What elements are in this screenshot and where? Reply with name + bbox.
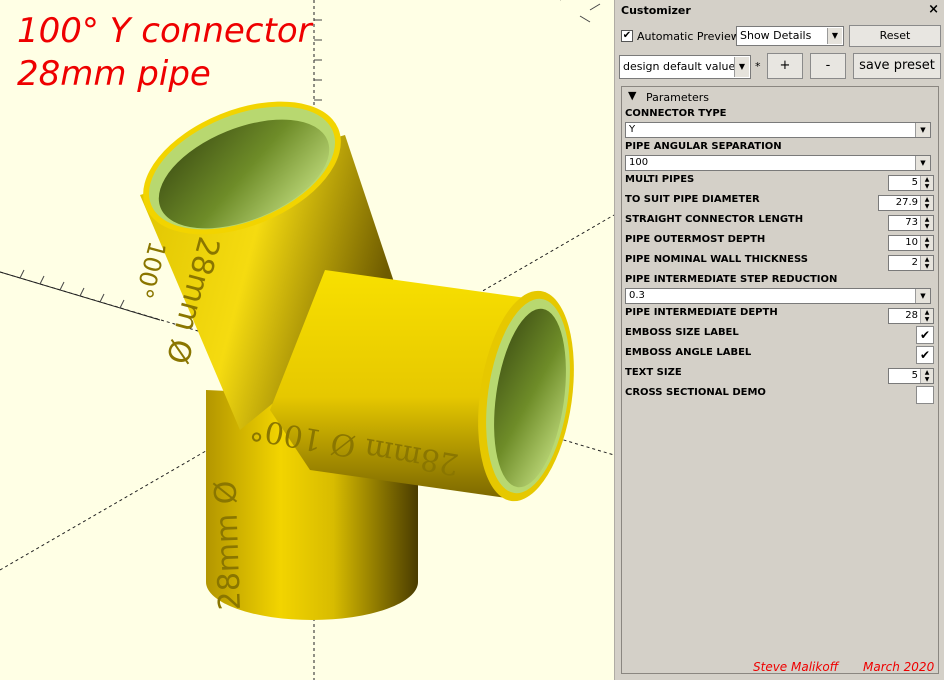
spin-arrows-icon[interactable]: ▲ ▼ [920,236,933,250]
text-size-value: 5 [911,370,918,381]
pipe-outermost-depth-spinbox[interactable]: 10 ▲ ▼ [888,235,934,251]
param-label-multi-pipes: MULTI PIPES [625,174,695,185]
customizer-panel: Customizer × ✔ Automatic Preview Show De… [614,0,944,680]
remove-preset-button[interactable]: - [810,53,846,79]
chevron-down-icon: ▼ [734,57,749,77]
add-preset-button[interactable]: + [767,53,803,79]
viewport-title-line1: 100° Y connector [17,11,312,51]
pipe-intermediate-step-reduction-select[interactable]: 0.3 ▼ [625,288,931,304]
emboss-size-label-checkbox[interactable]: ✔ [916,326,934,344]
text-size-spinbox[interactable]: 5 ▲ ▼ [888,368,934,384]
to-suit-pipe-diameter-value: 27.9 [895,197,918,208]
pipe-intermediate-depth-spinbox[interactable]: 28 ▲ ▼ [888,308,934,324]
spin-arrows-icon[interactable]: ▲ ▼ [920,196,933,210]
param-label-pipe-nominal-wall-thickness: PIPE NOMINAL WALL THICKNESS [625,254,808,265]
preset-select-value: design default values [623,60,741,73]
spin-arrows-icon[interactable]: ▲ ▼ [920,216,933,230]
customizer-title: Customizer [621,4,691,17]
emboss-angle-label-checkbox[interactable]: ✔ [916,346,934,364]
viewport-title-line2: 28mm pipe [17,54,211,94]
cross-sectional-demo-checkbox[interactable] [916,386,934,404]
pipe-nominal-wall-thickness-spinbox[interactable]: 2 ▲ ▼ [888,255,934,271]
param-label-text-size: TEXT SIZE [625,367,682,378]
triangle-down-icon: ▼ [628,89,637,102]
param-label-emboss-angle-label: EMBOSS ANGLE LABEL [625,347,752,358]
reset-button[interactable]: Reset [849,25,941,47]
parameters-header[interactable]: ▼ Parameters [622,87,938,105]
author-credit: Steve Malikoff [753,660,839,674]
param-label-pipe-intermediate-step-reduction: PIPE INTERMEDIATE STEP REDUCTION [625,274,838,285]
automatic-preview-label: Automatic Preview [637,30,740,43]
multi-pipes-spinbox[interactable]: 5 ▲ ▼ [888,175,934,191]
multi-pipes-value: 5 [911,177,918,188]
automatic-preview-checkbox[interactable]: ✔ [621,30,633,42]
param-label-straight-connector-length: STRAIGHT CONNECTOR LENGTH [625,214,804,225]
chevron-down-icon: ▼ [915,289,930,303]
spin-arrows-icon[interactable]: ▲ ▼ [920,256,933,270]
date-credit: March 2020 [863,660,935,674]
param-label-cross-sectional-demo: CROSS SECTIONAL DEMO [625,387,766,398]
customizer-titlebar: Customizer × [615,0,944,22]
emboss-label-lower: 28mm Ø [208,480,248,611]
preset-modified-indicator: * [755,60,761,73]
connector-type-select[interactable]: Y ▼ [625,122,931,138]
pipe-angular-separation-value: 100 [629,157,649,168]
chevron-down-icon: ▼ [915,123,930,137]
spin-arrows-icon[interactable]: ▲ ▼ [920,369,933,383]
param-label-connector-type: CONNECTOR TYPE [625,108,727,119]
pipe-intermediate-step-reduction-value: 0.3 [629,290,645,301]
param-label-pipe-intermediate-depth: PIPE INTERMEDIATE DEPTH [625,307,778,318]
details-select[interactable]: Show Details ▼ [736,26,844,46]
param-label-emboss-size-label: EMBOSS SIZE LABEL [625,327,739,338]
param-label-pipe-angular-separation: PIPE ANGULAR SEPARATION [625,141,782,152]
3d-viewport[interactable]: 28mm Ø 100° 28mm Ø 100° 28mm Ø 100° Y co… [0,0,614,680]
spin-arrows-icon[interactable]: ▲ ▼ [920,309,933,323]
save-preset-button[interactable]: save preset [853,53,941,79]
pipe-nominal-wall-thickness-value: 2 [911,257,918,268]
spin-arrows-icon[interactable]: ▲ ▼ [920,176,933,190]
pipe-outermost-depth-value: 10 [905,237,918,248]
chevron-down-icon: ▼ [827,28,842,44]
to-suit-pipe-diameter-spinbox[interactable]: 27.9 ▲ ▼ [878,195,934,211]
straight-connector-length-value: 73 [905,217,918,228]
parameters-header-label: Parameters [646,91,709,104]
pipe-intermediate-depth-value: 28 [905,310,918,321]
chevron-down-icon: ▼ [915,156,930,170]
connector-type-value: Y [629,124,636,135]
param-label-pipe-outermost-depth: PIPE OUTERMOST DEPTH [625,234,766,245]
details-select-value: Show Details [740,29,812,42]
close-icon[interactable]: × [928,2,939,17]
pipe-angular-separation-select[interactable]: 100 ▼ [625,155,931,171]
preset-select[interactable]: design default values ▼ [619,55,751,79]
model-render: 28mm Ø 100° 28mm Ø 100° 28mm Ø [0,0,614,680]
emboss-label-upper-angle: 100° [129,238,171,301]
straight-connector-length-spinbox[interactable]: 73 ▲ ▼ [888,215,934,231]
param-label-to-suit-pipe-diameter: TO SUIT PIPE DIAMETER [625,194,760,205]
